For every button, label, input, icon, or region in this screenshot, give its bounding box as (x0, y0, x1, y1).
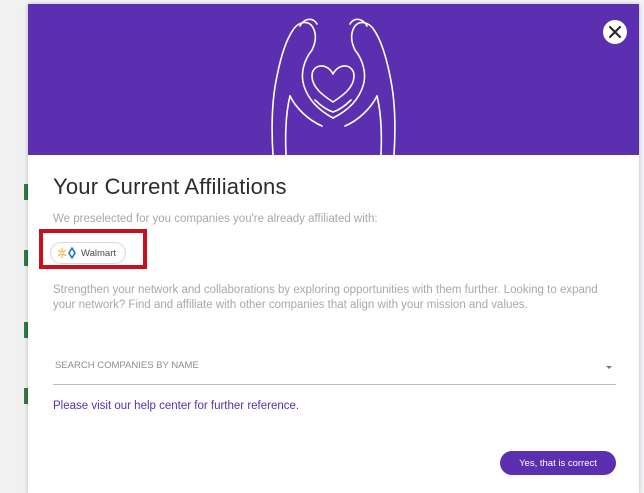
affiliation-chip-label: Walmart (81, 247, 117, 259)
heart-hands-icon (271, 18, 396, 155)
search-input[interactable] (53, 355, 597, 375)
help-center-link[interactable]: Please visit our help center for further… (53, 400, 299, 412)
walmart-spark-icon (57, 247, 77, 259)
modal-body-text: Strengthen your network and collaboratio… (53, 284, 598, 311)
affiliations-modal: Your Current Affiliations We preselected… (28, 4, 639, 493)
close-icon (608, 25, 622, 39)
modal-subtitle: We preselected for you companies you're … (53, 213, 378, 225)
dropdown-caret-icon[interactable] (606, 366, 612, 369)
confirm-button[interactable]: Yes, that is correct (500, 451, 616, 475)
background-page (0, 0, 28, 493)
affiliation-chip-walmart[interactable]: Walmart (50, 242, 127, 264)
company-search-field[interactable] (53, 349, 616, 385)
close-button[interactable] (603, 20, 627, 44)
modal-hero-banner (28, 4, 639, 155)
modal-title: Your Current Affiliations (53, 174, 287, 199)
